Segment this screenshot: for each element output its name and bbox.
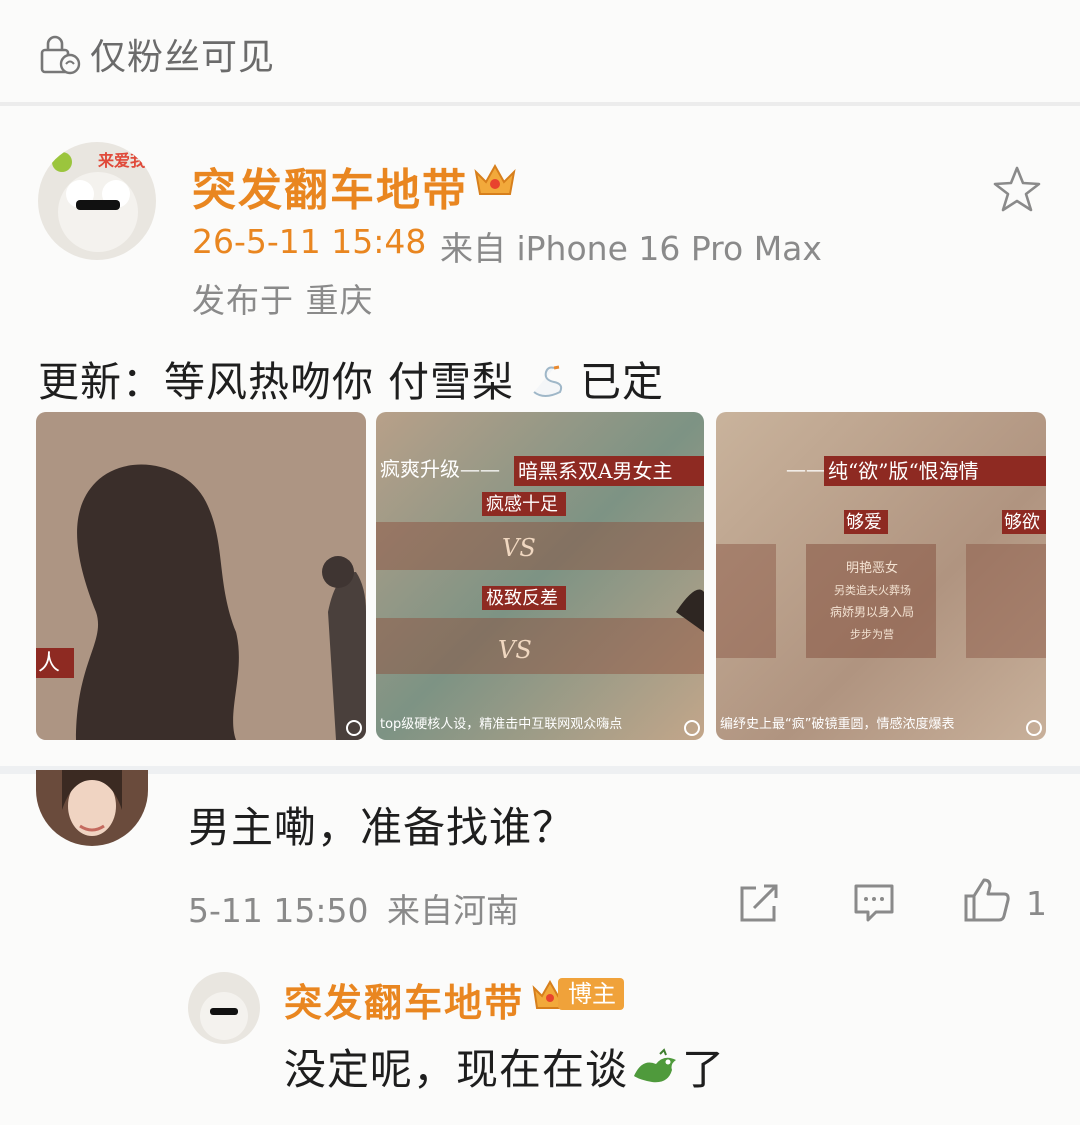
image-header-left: —— xyxy=(786,457,826,481)
post-image-3[interactable]: —— 纯“欲”版“恨海情 够爱 够欲 明艳恶女 另类追夫火葬场 病娇男以身入局 … xyxy=(716,412,1046,740)
image-tag-1: 够爱 xyxy=(846,512,882,533)
image-tag-1: 疯感十足 xyxy=(486,494,558,515)
blogger-badge-label: 博主 xyxy=(558,978,624,1010)
comment-source: 来自河南 xyxy=(387,891,519,930)
reply-text-start: 没定呢，现在在谈 xyxy=(284,1045,629,1094)
username[interactable]: 突发翻车地带 xyxy=(192,154,468,218)
reply-text-end: 了 xyxy=(682,1045,726,1094)
post-source: 来自 iPhone 16 Pro Max xyxy=(440,229,822,268)
post-location: 发布于 重庆 xyxy=(192,281,374,320)
post-content-suffix: 已定 xyxy=(580,358,665,406)
image-footer: 编纾史上最“疯”破镜重圆，情感浓度爆表 xyxy=(720,716,954,732)
divider xyxy=(0,766,1080,774)
image-card-line: 另类追夫火葬场 xyxy=(834,583,911,597)
image-card-line: 步步为营 xyxy=(850,627,894,641)
reply-username[interactable]: 突发翻车地带 xyxy=(284,972,524,1027)
swan-icon xyxy=(533,365,563,397)
comment-avatar[interactable] xyxy=(36,770,148,846)
like-icon[interactable] xyxy=(962,876,1012,924)
image-vs-2: VS xyxy=(498,636,532,664)
star-icon[interactable] xyxy=(990,164,1044,216)
image-header-right: 暗黑系双A男女主 xyxy=(518,459,672,483)
post-content-text: 更新：等风热吻你 付雪梨 xyxy=(38,358,515,406)
comment-meta: 5-11 15:50 来自河南 xyxy=(188,884,519,932)
image-card-line: 明艳恶女 xyxy=(846,560,898,576)
reply-text: 没定呢，现在在谈 了 xyxy=(284,1036,725,1097)
post-timestamp: 26-5-11 15:48 xyxy=(192,222,427,261)
comment-icon[interactable] xyxy=(852,882,896,924)
like-count: 1 xyxy=(1026,884,1047,923)
image-caption: 人 xyxy=(38,651,60,676)
comment-text: 男主嘞，准备找谁？ xyxy=(188,803,576,852)
share-icon[interactable] xyxy=(736,882,782,926)
image-tag-2: 极致反差 xyxy=(486,588,558,609)
lock-icon xyxy=(40,35,81,75)
image-footer: top级硬核人设，精准击中互联网观众嗨点 xyxy=(380,717,622,732)
post-content: 更新：等风热吻你 付雪梨 已定 xyxy=(38,348,664,408)
post-image-1[interactable]: 人 xyxy=(36,412,366,740)
image-vs-1: VS xyxy=(502,534,536,562)
image-header-right: 纯“欲”版“恨海情 xyxy=(828,459,979,483)
image-header-left: 疯爽升级—— xyxy=(380,457,500,481)
avatar[interactable]: 来爱我 xyxy=(38,142,156,260)
comment-timestamp: 5-11 15:50 xyxy=(188,891,369,930)
image-tag-2: 够欲 xyxy=(1004,512,1040,533)
post-image-2[interactable]: 疯爽升级—— 暗黑系双A男女主 疯感十足 VS 极致反差 VS top级硬核人设… xyxy=(376,412,704,740)
svg-text:来爱我: 来爱我 xyxy=(97,151,146,170)
crown-icon xyxy=(474,163,516,195)
visibility-label: 仅粉丝可见 xyxy=(90,37,276,78)
dragon-icon xyxy=(634,1048,677,1083)
divider xyxy=(0,102,1080,106)
image-card-line: 病娇男以身入局 xyxy=(830,604,914,619)
reply-avatar[interactable] xyxy=(188,972,260,1044)
